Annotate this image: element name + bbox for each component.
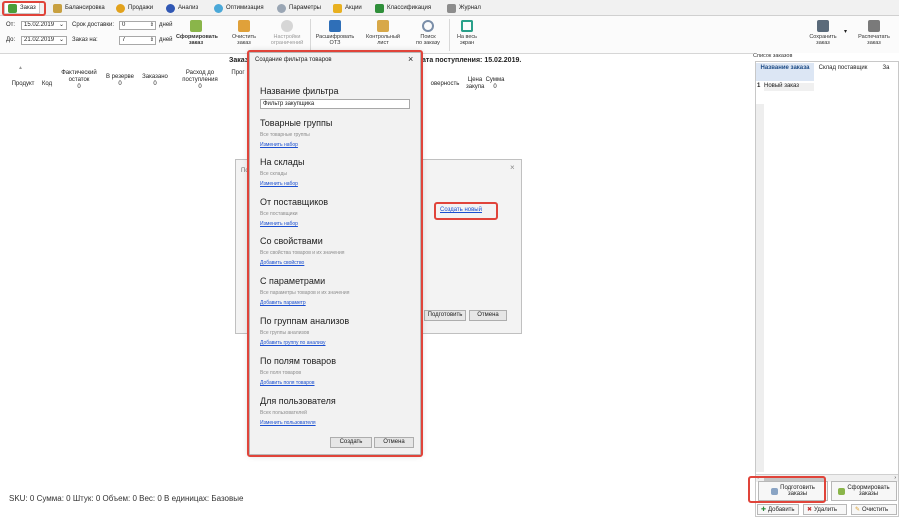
row-indicator-strip	[756, 104, 764, 472]
column-header-extra[interactable]: За	[872, 63, 899, 81]
cancel-button[interactable]: Отмена	[469, 310, 507, 321]
prepare-button[interactable]: Подготовить	[424, 310, 466, 321]
clear-orders-button[interactable]: ✎ Очистить	[851, 504, 897, 515]
journal-icon	[447, 3, 456, 13]
floppy-disk-icon	[817, 20, 829, 32]
delete-order-button[interactable]: ✖ Удалить	[803, 504, 847, 515]
days-label-2: дней	[159, 37, 173, 43]
tab-analysis[interactable]: Анализ	[163, 2, 201, 14]
optimization-icon	[214, 3, 223, 13]
fullscreen-icon	[461, 20, 473, 32]
grid-title-left: Заказ	[229, 57, 249, 64]
from-date-picker[interactable]: 15.02.2019 ⌄	[21, 21, 67, 30]
add-order-button[interactable]: ✚ Добавить	[757, 504, 799, 515]
tab-optimization[interactable]: Оптимизация	[211, 2, 267, 14]
save-dropdown-arrow-icon[interactable]: ▾	[844, 28, 847, 35]
decode-otz-button[interactable]: Расшифровать ОТЗ	[315, 18, 355, 52]
save-order-button[interactable]: Сохранить заказ	[803, 18, 843, 52]
print-order-button[interactable]: Распечатать заказ	[852, 18, 896, 52]
scales-icon	[53, 3, 62, 13]
broom-icon	[238, 20, 250, 32]
column-header-actual-stock[interactable]: Фактический остаток 0	[56, 70, 102, 91]
decode-icon	[329, 20, 341, 32]
gear-icon	[277, 3, 286, 13]
form-orders-icon	[838, 487, 846, 495]
delete-icon: ✖	[807, 507, 813, 513]
to-date-picker[interactable]: 21.02.2019 ⌄	[21, 36, 67, 45]
ribbon-separator	[310, 19, 311, 51]
pie-chart-icon	[166, 3, 175, 13]
summary-status-bar: SKU: 0 Сумма: 0 Штук: 0 Объем: 0 Вес: 0 …	[9, 494, 244, 503]
grid-title-right: ата поступления: 15.02.2019.	[422, 57, 522, 64]
prepare-orders-highlight-frame	[748, 476, 826, 503]
delivery-label: Срок доставки:	[72, 22, 114, 28]
form-orders-button[interactable]: Сформировать заказы	[831, 481, 897, 501]
from-label: От:	[6, 22, 16, 28]
days-label-1: дней	[159, 22, 173, 28]
ribbon-toolbar: От: 15.02.2019 ⌄ Срок доставки: 0 ⇕ дней Д…	[0, 16, 899, 54]
chevron-down-icon: ⌄	[58, 22, 64, 28]
delivery-days-stepper[interactable]: 0 ⇕	[119, 21, 156, 30]
column-header-code[interactable]: Код	[39, 81, 55, 88]
tab-journal[interactable]: Журнал	[444, 2, 484, 14]
printer-icon	[868, 20, 880, 32]
checklist-icon	[377, 20, 389, 32]
close-icon[interactable]: ×	[510, 163, 515, 172]
module-tab-bar: Заказ Балансировка Продажи Анализ Оптими…	[0, 0, 899, 16]
tab-promotions[interactable]: Акции	[330, 2, 365, 14]
clear-order-button[interactable]: Очистить заказ	[224, 18, 264, 52]
form-order-icon	[190, 20, 202, 32]
tab-sales[interactable]: Продажи	[113, 2, 156, 14]
settings-icon	[281, 20, 293, 32]
add-icon: ✚	[761, 507, 767, 513]
sort-arrow-icon: ▲	[18, 65, 23, 71]
to-label: До:	[6, 37, 16, 43]
create-new-highlight-frame	[434, 202, 498, 220]
tab-classification[interactable]: Классификация	[372, 2, 434, 14]
order-for-label: Заказ на:	[72, 37, 98, 43]
filter-dialog-highlight-frame	[247, 50, 423, 457]
restrictions-settings-button[interactable]: Настройки ограничений	[267, 18, 307, 52]
order-list-panel: Список заказов Название заказа Склад пос…	[753, 53, 899, 517]
column-header-sum[interactable]: Сумма 0	[484, 77, 506, 91]
column-header-ordered[interactable]: Заказано 0	[138, 74, 172, 88]
column-header-product[interactable]: Продукт	[7, 81, 39, 88]
broom-icon: ✎	[855, 507, 861, 513]
tab-parameters[interactable]: Параметры	[274, 2, 324, 14]
tab-balancing[interactable]: Балансировка	[50, 2, 108, 14]
sales-icon	[116, 3, 125, 13]
column-header-reserved[interactable]: В резерве 0	[102, 74, 138, 88]
search-order-button[interactable]: Поиск по заказу	[408, 18, 448, 52]
order-days-stepper[interactable]: 7 ⇕	[119, 36, 156, 45]
spin-icon: ⇕	[149, 22, 154, 28]
table-row[interactable]: 1 Новый заказ	[756, 82, 899, 91]
chevron-down-icon: ⌄	[58, 37, 64, 43]
column-header-supplier-warehouse[interactable]: Склад поставщик	[814, 63, 872, 81]
fullscreen-button[interactable]: На весь экран	[447, 18, 487, 52]
tab-highlight-frame	[2, 1, 46, 16]
column-header-purchase-price[interactable]: Цена закупа	[466, 77, 484, 91]
control-sheet-button[interactable]: Контрольный лист	[363, 18, 403, 52]
column-header-forecast[interactable]: Прог	[228, 70, 248, 77]
spin-icon: ⇕	[149, 37, 154, 43]
form-order-button[interactable]: Сформировать заказ	[176, 18, 218, 52]
order-list-table: Название заказа Склад поставщик За 1 Нов…	[755, 61, 899, 517]
star-icon	[333, 3, 342, 13]
classification-icon	[375, 3, 384, 13]
search-icon	[422, 20, 434, 32]
column-header-turnover[interactable]: оверность	[424, 81, 466, 88]
column-header-consumption[interactable]: Расход до поступления 0	[172, 70, 228, 91]
order-list-caption: Список заказов	[753, 53, 793, 59]
column-header-order-name[interactable]: Название заказа	[756, 63, 814, 81]
